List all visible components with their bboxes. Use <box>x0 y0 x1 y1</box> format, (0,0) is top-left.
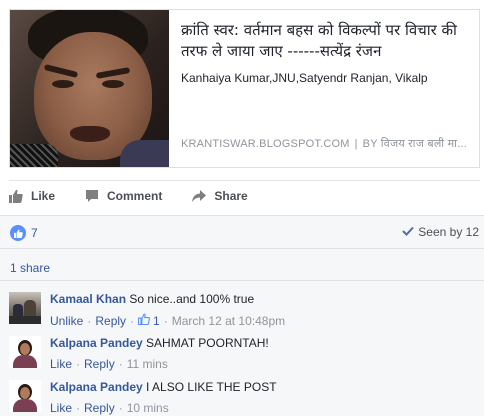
comment-timestamp[interactable]: March 12 at 10:48pm <box>172 314 285 328</box>
comment-button[interactable]: Comment <box>85 189 162 203</box>
shares-link[interactable]: 1 share <box>10 261 50 275</box>
likes-summary[interactable]: 7 <box>10 225 38 241</box>
like-button[interactable]: Like <box>9 189 55 203</box>
avatar-ground <box>9 316 41 324</box>
meta-separator: · <box>87 313 92 328</box>
link-preview-source: KRANTISWAR.BLOGSPOT.COM | BY विजय राज बली … <box>181 136 473 151</box>
post-action-bar: Like Comment Share <box>9 180 480 210</box>
comment-author[interactable]: Kalpana Pandey <box>50 380 143 394</box>
comment-text: So nice..and 100% true <box>129 292 255 306</box>
image-eye-left <box>52 80 74 88</box>
checkmark-icon <box>402 225 415 239</box>
speech-bubble-icon <box>85 189 99 203</box>
comments-section: Kamaal Khan So nice..and 100% true Unlik… <box>0 281 484 416</box>
meta-separator: · <box>76 357 81 371</box>
comment-text: SAHMAT POORNTAH! <box>146 336 269 350</box>
reply-link[interactable]: Reply <box>95 314 126 328</box>
image-microphone <box>10 144 58 167</box>
link-preview-card[interactable]: क्रांति स्वर: वर्तमान बहस को विकल्पों पर… <box>9 9 480 168</box>
like-link[interactable]: Like <box>50 401 72 415</box>
reply-link[interactable]: Reply <box>84 357 115 371</box>
image-mouth <box>70 126 110 142</box>
thumbs-up-icon <box>9 189 23 203</box>
meta-separator: · <box>76 401 81 415</box>
meta-separator: · <box>130 313 135 328</box>
avatar-body <box>13 355 37 368</box>
source-author: BY विजय राज बली मा... <box>362 138 467 150</box>
image-shirt <box>120 140 169 167</box>
like-button-label: Like <box>31 188 56 203</box>
reactions-row: 7 Seen by 12 <box>0 215 484 249</box>
comment-timestamp[interactable]: 10 mins <box>127 401 169 415</box>
like-link[interactable]: Like <box>50 357 72 371</box>
meta-separator: · <box>118 401 123 415</box>
comment-body: Kalpana Pandey I ALSO LIKE THE POST Like… <box>50 380 475 415</box>
thumbs-up-icon <box>137 313 151 328</box>
meta-separator: · <box>118 357 123 371</box>
comment-timestamp[interactable]: 11 mins <box>127 357 168 371</box>
seen-by[interactable]: Seen by 12 <box>402 225 479 239</box>
meta-separator: · <box>163 313 168 328</box>
avatar[interactable] <box>9 292 41 324</box>
avatar-body <box>13 399 37 412</box>
comment-button-label: Comment <box>107 188 163 203</box>
comment-meta: Unlike · Reply · 1 · March 12 at 10:48pm <box>50 313 475 328</box>
comment-meta: Like · Reply · 10 mins <box>50 401 475 415</box>
reply-link[interactable]: Reply <box>84 401 115 415</box>
comment-text: I ALSO LIKE THE POST <box>146 380 277 394</box>
shares-row: 1 share <box>0 249 484 281</box>
link-preview-image[interactable] <box>10 10 169 167</box>
avatar-face <box>20 343 30 355</box>
comment-body: Kamaal Khan So nice..and 100% true Unlik… <box>50 292 475 328</box>
share-arrow-icon <box>192 189 207 203</box>
avatar[interactable] <box>9 380 41 412</box>
link-preview-text: क्रांति स्वर: वर्तमान बहस को विकल्पों पर… <box>181 20 473 85</box>
share-button[interactable]: Share <box>192 188 248 203</box>
share-button-label: Share <box>214 188 248 203</box>
like-badge-icon <box>10 225 26 241</box>
link-preview-description: Kanhaiya Kumar,JNU,Satyendr Ranjan, Vika… <box>181 71 428 85</box>
comment-meta: Like · Reply · 11 mins <box>50 357 475 371</box>
comment-author[interactable]: Kalpana Pandey <box>50 336 143 350</box>
avatar-face <box>20 387 30 399</box>
likes-count: 7 <box>31 226 38 240</box>
source-separator: | <box>354 138 358 150</box>
avatar[interactable] <box>9 336 41 368</box>
comment-author[interactable]: Kamaal Khan <box>50 292 126 306</box>
unlike-link[interactable]: Unlike <box>50 314 83 328</box>
comment-like-count[interactable]: 1 <box>153 314 160 328</box>
link-preview-title[interactable]: क्रांति स्वर: वर्तमान बहस को विकल्पों पर… <box>181 20 473 62</box>
comment-body: Kalpana Pandey SAHMAT POORNTAH! Like · R… <box>50 336 475 371</box>
source-domain: KRANTISWAR.BLOGSPOT.COM <box>181 138 350 150</box>
seen-by-label: Seen by 12 <box>418 225 479 239</box>
image-eye-right <box>102 80 124 88</box>
